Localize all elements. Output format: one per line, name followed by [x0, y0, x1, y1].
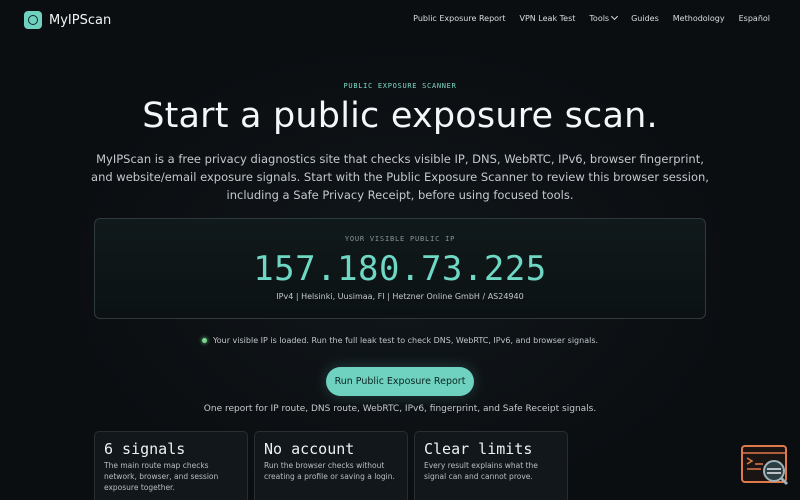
status-dot-icon: [201, 338, 207, 343]
brand-name: MyIPScan: [49, 12, 112, 28]
feature-title: Clear limits: [424, 440, 533, 458]
feature-card-no-account: No account Run the browser checks withou…: [254, 431, 408, 500]
feature-title: 6 signals: [104, 440, 186, 458]
nav-link-language[interactable]: Español: [739, 14, 770, 23]
feature-card-clear-limits: Clear limits Every result explains what …: [414, 431, 568, 500]
chevron-down-icon: [611, 12, 619, 21]
hero-description: MyIPScan is a free privacy diagnostics s…: [91, 152, 709, 202]
hero-title: Start a public exposure scan.: [142, 96, 658, 136]
hero-eyebrow: PUBLIC EXPOSURE SCANNER: [343, 82, 457, 90]
nav-link-guides[interactable]: Guides: [631, 14, 659, 23]
terminal-search-icon[interactable]: [741, 444, 789, 486]
feature-description: The main route map checks network, brows…: [104, 461, 219, 492]
page: MyIPScan Public Exposure Report VPN Leak…: [0, 0, 800, 500]
cta-subtext: One report for IP route, DNS route, WebR…: [203, 404, 597, 414]
nav-link-tools[interactable]: Tools: [589, 12, 619, 23]
ip-card: YOUR VISIBLE PUBLIC IP 157.180.73.225 IP…: [94, 218, 706, 319]
ip-label: YOUR VISIBLE PUBLIC IP: [344, 235, 456, 243]
feature-description: Every result explains what the signal ca…: [424, 461, 538, 481]
nav-link-vpn-leak-test[interactable]: VPN Leak Test: [519, 14, 575, 23]
ip-address: 157.180.73.225: [253, 249, 547, 289]
logo-icon: [24, 11, 42, 29]
status-text: Your visible IP is loaded. Run the full …: [212, 336, 599, 345]
brand[interactable]: MyIPScan: [24, 11, 111, 29]
top-nav: MyIPScan Public Exposure Report VPN Leak…: [0, 0, 800, 40]
feature-title: No account: [264, 440, 355, 458]
nav-link-methodology[interactable]: Methodology: [673, 14, 725, 23]
nav-links: Public Exposure Report VPN Leak Test Too…: [413, 12, 770, 23]
status-line: Your visible IP is loaded. Run the full …: [0, 336, 800, 345]
feature-description: Run the browser checks without creating …: [264, 461, 395, 481]
nav-link-tools-label: Tools: [589, 14, 610, 23]
run-report-button[interactable]: Run Public Exposure Report: [326, 367, 474, 396]
nav-link-public-exposure-report[interactable]: Public Exposure Report: [413, 14, 505, 23]
ip-meta: IPv4 | Helsinki, Uusimaa, FI | Hetzner O…: [276, 292, 524, 301]
feature-card-signals: 6 signals The main route map checks netw…: [94, 431, 248, 500]
